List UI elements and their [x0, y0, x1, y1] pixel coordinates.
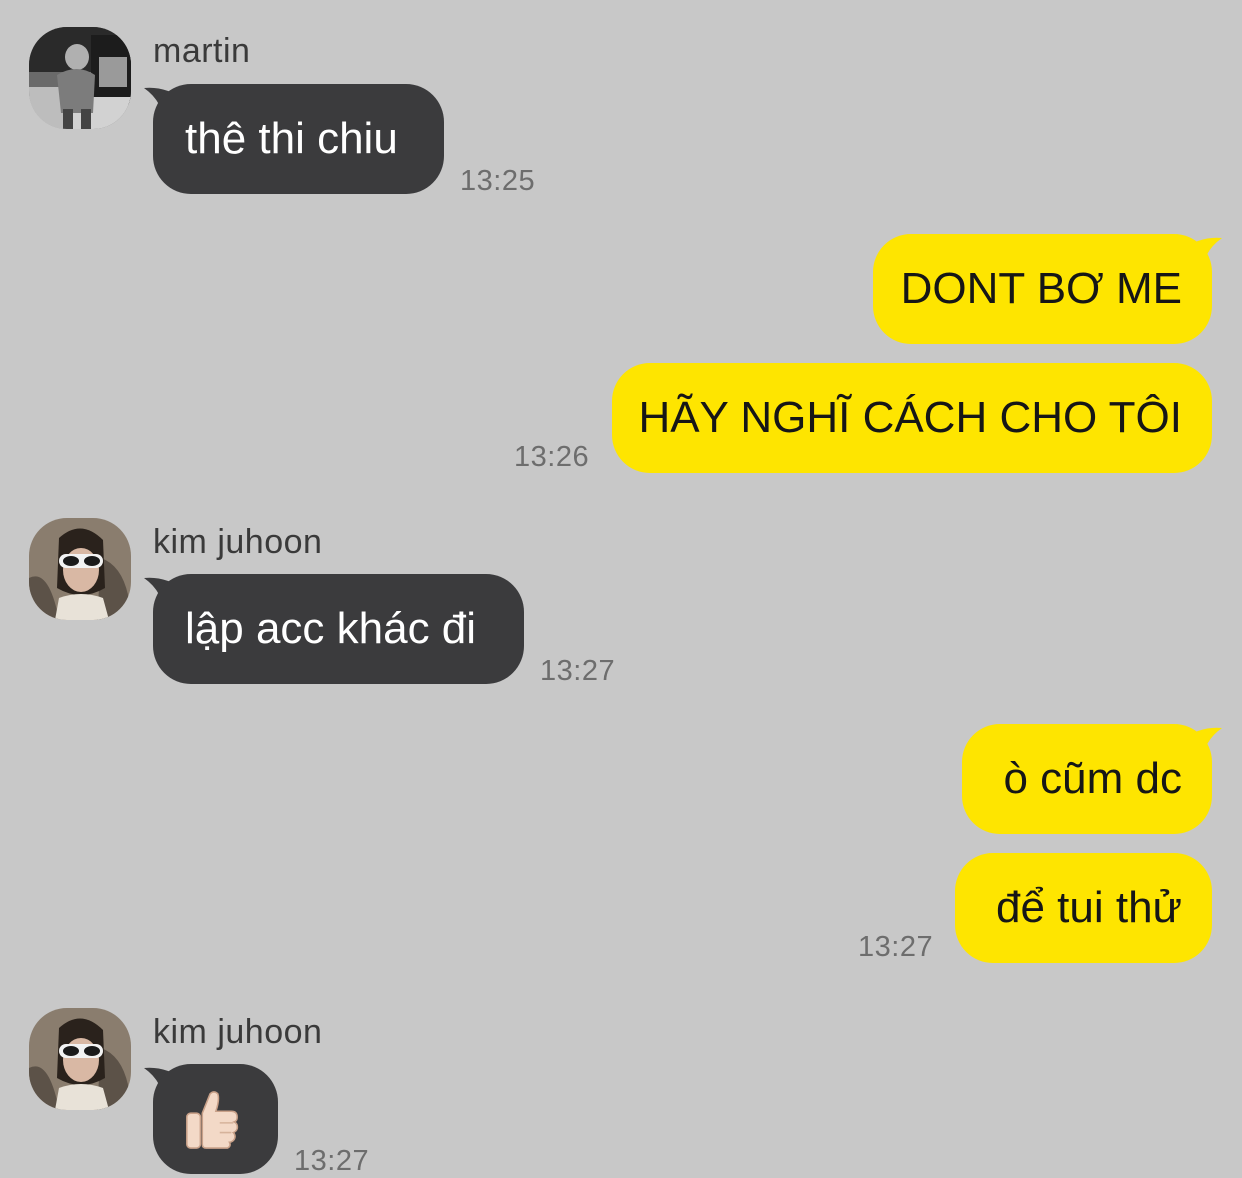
thumbs-up-emoji-icon — [186, 1091, 239, 1149]
message-bubble[interactable]: HÃY NGHĨ CÁCH CHO TÔI — [612, 363, 1212, 473]
message-text: ò cũm dc — [1003, 754, 1182, 803]
avatar-kim-juhoon[interactable] — [29, 518, 131, 620]
sender-name: martin — [153, 32, 251, 70]
sender-name: kim juhoon — [153, 523, 323, 561]
message-timestamp: 13:27 — [294, 1145, 370, 1177]
message-timestamp: 13:27 — [540, 655, 616, 687]
message-timestamp: 13:25 — [460, 165, 536, 197]
message-text: lập acc khác đi — [185, 604, 477, 653]
avatar-kim-juhoon[interactable] — [29, 1008, 131, 1110]
message-bubble[interactable]: ò cũm dc — [962, 724, 1212, 834]
message-timestamp: 13:26 — [514, 441, 590, 473]
message-text: HÃY NGHĨ CÁCH CHO TÔI — [638, 393, 1182, 442]
message-bubble[interactable]: thê thi chiu — [153, 84, 444, 194]
message-bubble[interactable]: để tui thử — [955, 853, 1212, 963]
message-text: thê thi chiu — [185, 114, 398, 163]
message-timestamp: 13:27 — [858, 931, 934, 963]
avatar-martin[interactable] — [29, 27, 131, 129]
message-text: để tui thử — [995, 883, 1182, 932]
message-bubble[interactable] — [153, 1064, 278, 1174]
sender-name: kim juhoon — [153, 1013, 323, 1051]
message-bubble[interactable]: lập acc khác đi — [153, 574, 524, 684]
message-text: DONT BƠ ME — [900, 264, 1182, 313]
message-bubble[interactable]: DONT BƠ ME — [873, 234, 1212, 344]
